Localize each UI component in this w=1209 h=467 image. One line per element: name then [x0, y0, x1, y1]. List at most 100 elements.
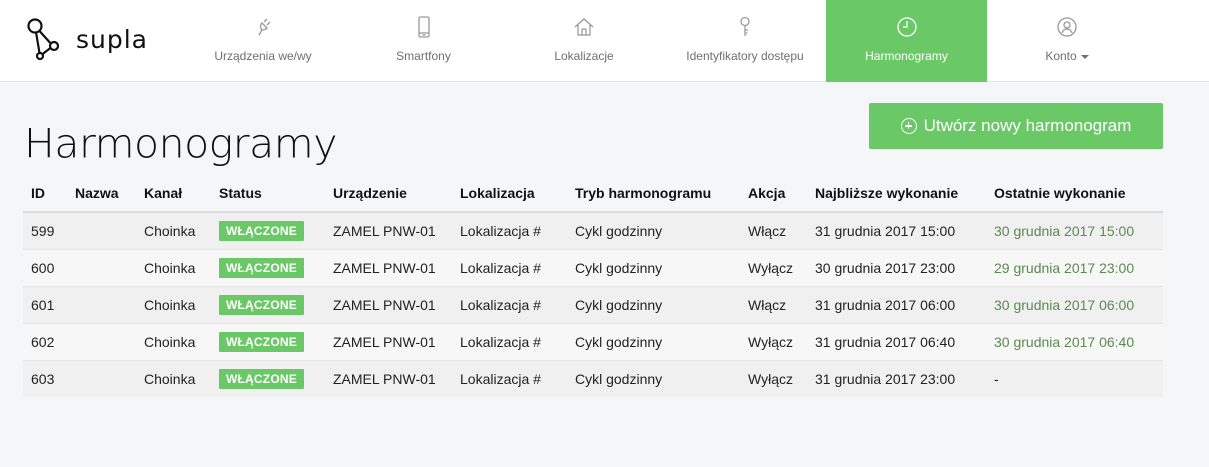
page-title: Harmonogramy	[24, 120, 337, 168]
cell-channel: Choinka	[136, 285, 211, 323]
create-schedule-button[interactable]: Utwórz nowy harmonogram	[869, 103, 1163, 149]
cell-name	[67, 285, 136, 323]
cell-location: Lokalizacja #	[452, 285, 567, 323]
cell-id: 602	[23, 322, 67, 360]
column-header-mode[interactable]: Tryb harmonogramu	[567, 174, 740, 213]
cell-action: Włącz	[740, 211, 807, 249]
cell-channel: Choinka	[136, 211, 211, 249]
cell-last-execution: -	[986, 359, 1163, 397]
smartphone-icon	[411, 14, 437, 40]
cell-mode: Cykl godzinny	[567, 285, 740, 323]
table-row[interactable]: 603 Choinka WŁĄCZONE ZAMEL PNW-01 Lokali…	[23, 359, 1163, 397]
cell-last-execution: 30 grudnia 2017 06:00	[986, 285, 1163, 323]
cell-id: 600	[23, 248, 67, 286]
nav-item-smartphones[interactable]: Smartfony	[343, 0, 504, 82]
cell-channel: Choinka	[136, 359, 211, 397]
nav-item-label: Smartfony	[396, 49, 451, 63]
cell-location: Lokalizacja #	[452, 322, 567, 360]
cell-device: ZAMEL PNW-01	[325, 285, 452, 323]
nav-item-account[interactable]: Konto	[987, 0, 1147, 82]
cell-action: Wyłącz	[740, 359, 807, 397]
column-header-name[interactable]: Nazwa	[67, 174, 136, 213]
nav-item-label: Lokalizacje	[554, 49, 614, 63]
cell-last-execution: 30 grudnia 2017 15:00	[986, 211, 1163, 249]
cell-name	[67, 359, 136, 397]
user-icon	[1054, 14, 1080, 40]
brand-name: supla	[76, 24, 149, 54]
cell-status: WŁĄCZONE	[211, 211, 325, 249]
column-header-location[interactable]: Lokalizacja	[452, 174, 567, 213]
cell-status: WŁĄCZONE	[211, 359, 325, 397]
table-row[interactable]: 599 Choinka WŁĄCZONE ZAMEL PNW-01 Lokali…	[23, 211, 1163, 249]
status-badge: WŁĄCZONE	[219, 220, 304, 241]
cell-location: Lokalizacja #	[452, 248, 567, 286]
cell-name	[67, 322, 136, 360]
nav-item-label-wrap: Konto	[1045, 49, 1089, 63]
cell-mode: Cykl godzinny	[567, 248, 740, 286]
cell-mode: Cykl godzinny	[567, 322, 740, 360]
schedules-table: ID Nazwa Kanał Status Urządzenie Lokaliz…	[23, 174, 1163, 397]
main-nav: Urządzenia we/wy Smartfony Lokalizacje I…	[183, 0, 1147, 82]
status-badge: WŁĄCZONE	[219, 257, 304, 278]
key-icon	[732, 14, 758, 40]
column-header-action[interactable]: Akcja	[740, 174, 807, 213]
column-header-device[interactable]: Urządzenie	[325, 174, 452, 213]
create-schedule-button-label: Utwórz nowy harmonogram	[923, 116, 1132, 135]
cell-location: Lokalizacja #	[452, 211, 567, 249]
cell-action: Wyłącz	[740, 322, 807, 360]
cell-action: Włącz	[740, 285, 807, 323]
cell-device: ZAMEL PNW-01	[325, 322, 452, 360]
table-header-row: ID Nazwa Kanał Status Urządzenie Lokaliz…	[23, 174, 1163, 213]
nav-item-locations[interactable]: Lokalizacje	[504, 0, 664, 82]
nav-item-label: Identyfikatory dostępu	[686, 49, 804, 63]
cell-channel: Choinka	[136, 322, 211, 360]
column-header-status[interactable]: Status	[211, 174, 325, 213]
cell-id: 599	[23, 211, 67, 249]
plus-circle-icon	[900, 118, 917, 134]
chevron-down-icon	[1080, 54, 1089, 59]
cell-location: Lokalizacja #	[452, 359, 567, 397]
status-badge: WŁĄCZONE	[219, 368, 304, 389]
cell-id: 601	[23, 285, 67, 323]
top-navbar: supla Urządzenia we/wy Smartfony Lokaliz…	[0, 0, 1209, 82]
cell-action: Wyłącz	[740, 248, 807, 286]
table-row[interactable]: 600 Choinka WŁĄCZONE ZAMEL PNW-01 Lokali…	[23, 248, 1163, 286]
column-header-last-execution[interactable]: Ostatnie wykonanie	[986, 174, 1163, 213]
status-badge: WŁĄCZONE	[219, 331, 304, 352]
cell-next-execution: 31 grudnia 2017 06:40	[807, 322, 986, 360]
cell-status: WŁĄCZONE	[211, 248, 325, 286]
cell-next-execution: 30 grudnia 2017 23:00	[807, 248, 986, 286]
nav-item-devices[interactable]: Urządzenia we/wy	[183, 0, 343, 82]
cell-next-execution: 31 grudnia 2017 15:00	[807, 211, 986, 249]
supla-logo[interactable]: supla	[26, 16, 148, 62]
nav-item-access-ids[interactable]: Identyfikatory dostępu	[664, 0, 826, 82]
cell-next-execution: 31 grudnia 2017 06:00	[807, 285, 986, 323]
nav-item-label: Harmonogramy	[865, 49, 948, 63]
cell-last-execution: 30 grudnia 2017 06:40	[986, 322, 1163, 360]
nav-item-label: Konto	[1045, 49, 1077, 63]
table-row[interactable]: 602 Choinka WŁĄCZONE ZAMEL PNW-01 Lokali…	[23, 322, 1163, 360]
cell-status: WŁĄCZONE	[211, 285, 325, 323]
cell-mode: Cykl godzinny	[567, 211, 740, 249]
cell-device: ZAMEL PNW-01	[325, 248, 452, 286]
column-header-id[interactable]: ID	[23, 174, 67, 213]
cell-name	[67, 248, 136, 286]
cell-device: ZAMEL PNW-01	[325, 359, 452, 397]
home-icon	[571, 14, 597, 40]
clock-icon	[894, 14, 920, 40]
column-header-next-execution[interactable]: Najbliższe wykonanie	[807, 174, 986, 213]
cell-next-execution: 31 grudnia 2017 23:00	[807, 359, 986, 397]
cell-last-execution: 29 grudnia 2017 23:00	[986, 248, 1163, 286]
supla-logo-icon	[27, 18, 60, 61]
column-header-channel[interactable]: Kanał	[136, 174, 211, 213]
cell-mode: Cykl godzinny	[567, 359, 740, 397]
nav-item-label: Urządzenia we/wy	[214, 49, 312, 63]
plug-icon	[250, 14, 276, 40]
cell-id: 603	[23, 359, 67, 397]
table-row[interactable]: 601 Choinka WŁĄCZONE ZAMEL PNW-01 Lokali…	[23, 285, 1163, 323]
cell-status: WŁĄCZONE	[211, 322, 325, 360]
cell-device: ZAMEL PNW-01	[325, 211, 452, 249]
nav-item-schedules[interactable]: Harmonogramy	[826, 0, 987, 82]
cell-channel: Choinka	[136, 248, 211, 286]
status-badge: WŁĄCZONE	[219, 294, 304, 315]
